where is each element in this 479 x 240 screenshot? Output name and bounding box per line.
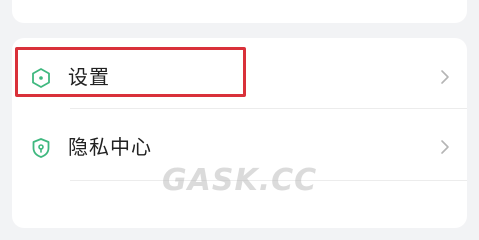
privacy-shield-icon <box>32 138 50 158</box>
highlight-box <box>15 47 246 97</box>
chevron-right-icon <box>441 140 449 154</box>
watermark: GASK.CC <box>162 163 318 198</box>
menu-item-label: 隐私中心 <box>68 135 152 159</box>
previous-card <box>12 0 467 23</box>
chevron-right-icon <box>441 70 449 84</box>
divider <box>70 108 467 109</box>
